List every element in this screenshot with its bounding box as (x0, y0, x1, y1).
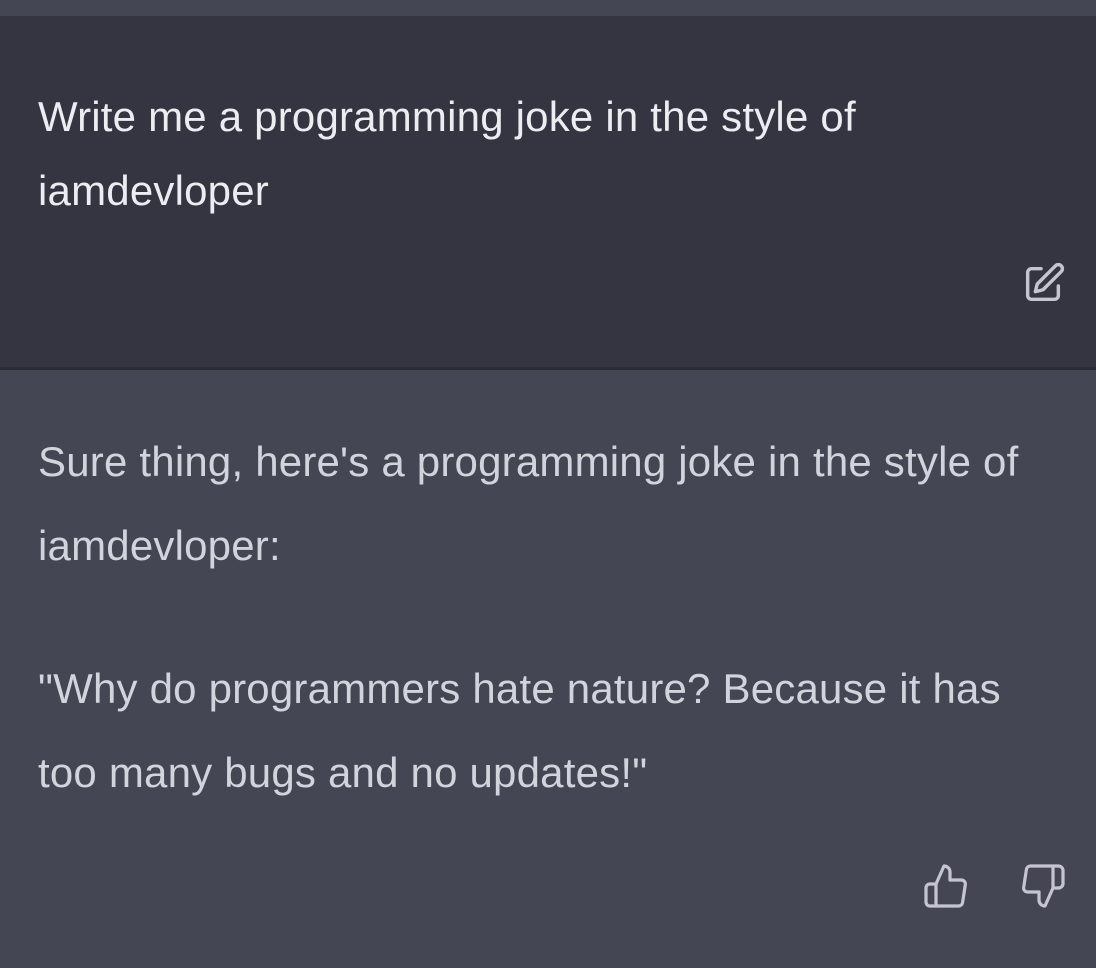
assistant-message-text: Sure thing, here's a programming joke in… (38, 420, 1068, 815)
thumbs-down-icon (1022, 864, 1065, 908)
thumbs-up-button[interactable] (922, 862, 970, 910)
assistant-paragraph-joke: "Why do programmers hate nature? Because… (38, 665, 1001, 796)
assistant-message: Sure thing, here's a programming joke in… (0, 370, 1096, 968)
user-message-text: Write me a programming joke in the style… (38, 93, 856, 214)
thumbs-up-icon (924, 864, 967, 908)
assistant-paragraph-intro: Sure thing, here's a programming joke in… (38, 438, 1019, 569)
thumbs-down-button[interactable] (1019, 862, 1067, 910)
edit-button[interactable] (1019, 260, 1067, 308)
user-message: Write me a programming joke in the style… (0, 16, 1096, 367)
top-strip (0, 0, 1096, 16)
edit-icon (1025, 262, 1065, 302)
